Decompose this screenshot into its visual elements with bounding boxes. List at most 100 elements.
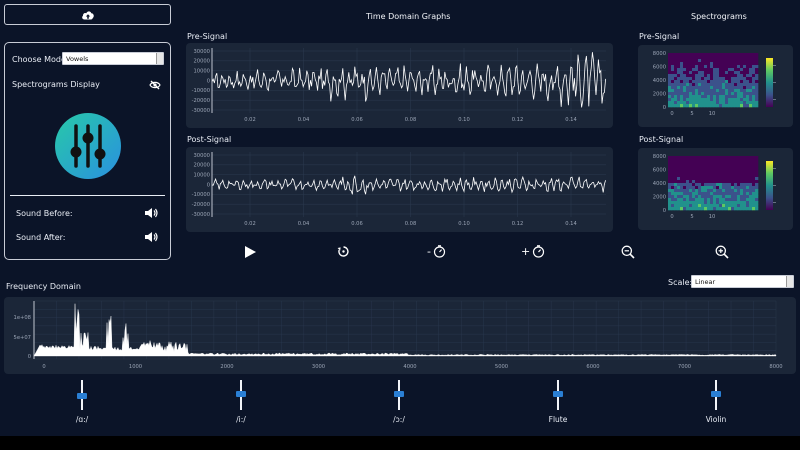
spectrogram-cell <box>731 95 735 99</box>
spectrogram-cell <box>752 201 756 205</box>
x-tick-label: 0.02 <box>244 221 256 227</box>
spectrogram-cell <box>707 174 711 178</box>
spectrogram-cell <box>716 101 720 105</box>
spectrogram-cell <box>686 174 690 178</box>
spectrogram-cell <box>731 171 735 175</box>
slider-handle[interactable] <box>711 390 721 397</box>
spectrogram-cell <box>695 183 699 187</box>
spectrogram-cell <box>689 98 693 102</box>
speaker-icon[interactable] <box>144 231 158 243</box>
spectrogram-cell <box>701 168 705 172</box>
spectrogram-cell <box>677 183 681 187</box>
spectrogram-cell <box>680 89 684 93</box>
spectrogram-cell <box>674 59 678 63</box>
spectrogram-cell <box>692 101 696 105</box>
spectrogram-cell <box>707 101 711 105</box>
spectrogram-cell <box>725 171 729 175</box>
spectrogram-cell <box>713 165 717 169</box>
spectrogram-cell <box>695 104 699 108</box>
slider-handle[interactable] <box>77 393 87 400</box>
spectrogram-cell <box>668 92 672 96</box>
spectrogram-cell <box>689 53 693 57</box>
spectrogram-cell <box>728 198 732 202</box>
zoom-in-icon[interactable] <box>715 245 729 259</box>
spectrogram-cell <box>713 56 717 60</box>
speaker-icon[interactable] <box>144 207 158 219</box>
spectrogram-cell <box>734 98 738 102</box>
scale-select[interactable]: Linear <box>691 275 794 288</box>
colorbar <box>766 161 773 210</box>
spectrogram-post[interactable]: 8000 6000 4000 2000 0 0 5 10 <box>638 148 793 230</box>
spectrogram-cell <box>671 189 675 193</box>
play-icon[interactable] <box>243 245 257 259</box>
slider-handle[interactable] <box>553 390 563 397</box>
spectrogram-cell <box>752 207 756 211</box>
spectrogram-cell <box>716 59 720 63</box>
spectrogram-cell <box>752 92 756 96</box>
spectrogram-cell <box>704 171 708 175</box>
spectrogram-cell <box>677 83 681 87</box>
spectrogram-pre[interactable]: 8000 6000 4000 2000 0 0 5 10 <box>638 45 793 127</box>
spectrogram-cell <box>713 104 717 108</box>
spectrogram-cell <box>692 171 696 175</box>
spectrogram-cell <box>689 89 693 93</box>
spectrogram-cell <box>737 68 741 72</box>
spectrogram-cell <box>668 174 672 178</box>
spectrogram-cell <box>731 186 735 190</box>
spectrogram-cell <box>713 83 717 87</box>
spectrogram-cell <box>728 180 732 184</box>
y-tick-label: 10000 <box>193 172 210 178</box>
spectrogram-cell <box>707 74 711 78</box>
y-tick-label: 2000 <box>653 92 666 98</box>
spectrogram-cell <box>686 53 690 57</box>
spectrogram-cell <box>704 186 708 190</box>
spectrogram-cell <box>668 207 672 211</box>
spectrogram-cell <box>710 92 714 96</box>
spectrogram-cell <box>734 198 738 202</box>
spectrogram-cell <box>683 68 687 72</box>
slider-label: Violin <box>705 415 727 424</box>
slider-handle[interactable] <box>236 390 246 397</box>
spectrogram-cell <box>686 59 690 63</box>
y-tick-label: 2000 <box>653 195 666 201</box>
speed-down-button[interactable]: - <box>427 244 446 258</box>
spectrogram-cell <box>704 183 708 187</box>
spectrogram-cell <box>701 101 705 105</box>
spectrogram-cell <box>716 71 720 75</box>
mode-select[interactable]: Vowels <box>62 52 164 65</box>
reset-icon[interactable] <box>337 245 350 258</box>
spectrogram-cell <box>731 156 735 160</box>
pre-signal-graph[interactable]: 30000 20000 10000 0 -10000 -20000 -30000 0.02 0.… <box>186 43 613 128</box>
spectrogram-cell <box>686 98 690 102</box>
spectrogram-cell <box>716 168 720 172</box>
spectrogram-cell <box>701 189 705 193</box>
spectrogram-cell <box>713 74 717 78</box>
spectrogram-cell <box>713 77 717 81</box>
slider-handle[interactable] <box>394 390 404 397</box>
spectrogram-cell <box>695 174 699 178</box>
eye-off-icon[interactable] <box>149 80 161 90</box>
spectrogram-cell <box>677 201 681 205</box>
spectrogram-cell <box>683 59 687 63</box>
spectrogram-cell <box>686 189 690 193</box>
spectrogram-cell <box>743 171 747 175</box>
spectrogram-cell <box>755 68 759 72</box>
zoom-out-icon[interactable] <box>621 245 635 259</box>
spectrogram-cell <box>746 186 750 190</box>
frequency-graph[interactable]: 1e+08 5e+07 0 0 1000 2000 3000 4000 5000 6000 7000… <box>4 297 796 374</box>
spectrogram-cell <box>698 74 702 78</box>
spectrogram-cell <box>680 92 684 96</box>
mode-select-value: Vowels <box>66 54 89 63</box>
spectrogram-cell <box>713 98 717 102</box>
spectrogram-cell <box>725 68 729 72</box>
post-signal-graph[interactable]: 30000 20000 10000 0 -10000 -20000 -30000 0.02 0.… <box>186 147 613 232</box>
spectrogram-cell <box>698 207 702 211</box>
spectrogram-cell <box>680 195 684 199</box>
upload-button[interactable] <box>4 4 171 25</box>
spectrogram-cell <box>683 204 687 208</box>
bottom-bar <box>0 436 800 450</box>
spectrogram-cell <box>698 189 702 193</box>
speed-up-button[interactable]: + <box>521 244 545 258</box>
spectrogram-cell <box>713 198 717 202</box>
spectrogram-cell <box>707 189 711 193</box>
